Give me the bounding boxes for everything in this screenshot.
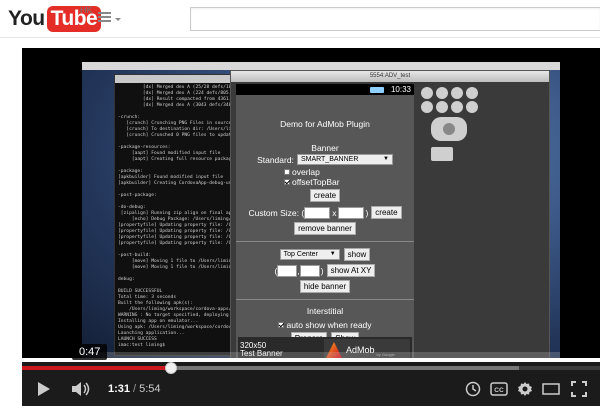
captions-icon: CC — [490, 382, 508, 396]
controls-row: 1:31 / 5:54 CC — [22, 374, 600, 404]
offset-top-bar-checkbox[interactable] — [284, 179, 290, 185]
time-separator: / — [133, 383, 137, 395]
show-button[interactable]: show — [343, 248, 371, 261]
settings-button[interactable] — [514, 374, 536, 404]
create-custom-button[interactable]: create — [371, 206, 402, 219]
keyboard-icon[interactable] — [431, 147, 453, 161]
x-label: x — [332, 207, 337, 218]
volume-up-icon[interactable] — [451, 87, 463, 99]
top-header: You Tube HK — [0, 0, 600, 38]
emulator-title: 5554:ADV_test — [231, 71, 549, 82]
fullscreen-icon — [571, 381, 587, 397]
create-button[interactable]: create — [309, 189, 341, 202]
volume-icon — [72, 382, 90, 396]
chevron-down-icon: ▼ — [329, 251, 336, 257]
banner-size-select[interactable]: SMART_BANNER ▼ — [296, 154, 393, 165]
position-row: Top Center ▼ show — [236, 248, 414, 261]
dpad-control[interactable] — [431, 117, 467, 141]
hardware-buttons-grid — [421, 85, 481, 113]
remove-banner-button[interactable]: remove banner — [294, 222, 356, 235]
power-icon[interactable] — [466, 87, 478, 99]
close-paren-label: ) — [365, 207, 369, 218]
logo-tube-text: Tube — [46, 6, 102, 32]
pos-y-input[interactable] — [299, 264, 320, 277]
xy-row: ( , ) show At XY — [236, 264, 414, 277]
search-input[interactable] — [190, 7, 600, 31]
auto-show-row: auto show when ready — [236, 320, 414, 330]
search-icon[interactable] — [466, 101, 478, 113]
custom-size-row: Custom Size: ( x ) create — [236, 206, 414, 219]
app-title: Demo for AdMob Plugin — [280, 119, 370, 129]
hide-banner-button[interactable]: hide banner — [299, 280, 351, 293]
video-frame-desktop: [dx] Merged dex A (25/28 defs/18.4 KiB) … — [82, 62, 560, 358]
banner-size-value: SMART_BANNER — [300, 156, 359, 163]
position-select[interactable]: Top Center ▼ — [279, 249, 340, 260]
svg-text:CC: CC — [494, 387, 504, 394]
custom-width-input[interactable] — [304, 206, 331, 219]
remove-row: remove banner — [236, 222, 414, 235]
create-row: create — [236, 189, 414, 202]
watch-later-button[interactable] — [462, 374, 484, 404]
mac-menu-bar — [82, 62, 560, 70]
region-label: HK — [80, 5, 93, 15]
duration: 5:54 — [139, 383, 161, 395]
section-divider-2 — [236, 299, 414, 300]
theater-mode-button[interactable] — [540, 374, 562, 404]
interstitial-section-title: Interstitial — [306, 306, 344, 316]
custom-size-label: Custom Size: ( — [248, 207, 305, 218]
custom-height-input[interactable] — [338, 206, 365, 219]
standard-row: Standard: SMART_BANNER ▼ — [236, 154, 414, 165]
emulator-hardware-controls — [421, 85, 545, 245]
fullscreen-button[interactable] — [568, 374, 590, 404]
progress-scrubber[interactable] — [164, 362, 177, 374]
player-controls: 1:31 / 5:54 CC — [22, 362, 600, 406]
status-time: 10:33 — [390, 85, 411, 94]
progress-bar[interactable] — [22, 362, 600, 374]
offset-row: offsetTopBar — [284, 177, 414, 187]
volume-button[interactable] — [70, 374, 92, 404]
menu-icon[interactable] — [436, 101, 448, 113]
guide-menu-button[interactable] — [98, 10, 124, 28]
auto-show-checkbox[interactable] — [278, 322, 285, 328]
clock-icon — [465, 381, 481, 397]
show-at-xy-button[interactable]: show At XY — [326, 264, 376, 277]
home-icon[interactable] — [421, 101, 433, 113]
hamburger-icon-bar — [98, 20, 111, 22]
hide-row: hide banner — [236, 280, 414, 293]
hamburger-icon-bar — [98, 16, 111, 18]
android-status-bar: 10:33 — [236, 84, 414, 95]
caret-down-icon — [115, 18, 121, 21]
hamburger-icon — [98, 12, 111, 14]
time-display: 1:31 / 5:54 — [108, 374, 161, 404]
section-divider — [236, 241, 414, 242]
theater-mode-icon — [542, 383, 560, 395]
chevron-down-icon: ▼ — [382, 156, 389, 162]
signal-icon — [370, 87, 384, 93]
close-paren-label-2: ) — [320, 265, 324, 276]
overlap-row: overlap — [284, 167, 414, 177]
volume-down-icon[interactable] — [436, 87, 448, 99]
offset-label: offsetTopBar — [292, 177, 340, 187]
captions-button[interactable]: CC — [488, 374, 510, 404]
logo-you-text: You — [8, 7, 45, 30]
current-time: 1:31 — [108, 383, 131, 395]
hover-time-badge: 0:47 — [72, 344, 108, 360]
gear-icon — [518, 382, 532, 396]
back-icon[interactable] — [451, 101, 463, 113]
standard-label: Standard: — [257, 154, 294, 165]
video-player[interactable]: [dx] Merged dex A (25/28 defs/18.4 KiB) … — [22, 48, 600, 358]
overlap-checkbox[interactable] — [284, 169, 290, 175]
progress-played — [22, 366, 171, 370]
position-value: Top Center — [283, 251, 318, 258]
pos-x-input[interactable] — [277, 264, 298, 277]
play-button[interactable] — [34, 374, 54, 404]
mac-dock — [82, 352, 560, 358]
camera-icon[interactable] — [421, 87, 433, 99]
emulator-screen: 10:33 Demo for AdMob Plugin Banner Stand… — [236, 84, 414, 358]
android-emulator-window: 5554:ADV_test 10:33 Demo for AdMob Plugi… — [230, 70, 550, 358]
overlap-label: overlap — [292, 167, 320, 177]
play-icon — [38, 382, 50, 396]
auto-show-label: auto show when ready — [286, 320, 372, 330]
banner-section-title: Banner — [311, 143, 339, 153]
